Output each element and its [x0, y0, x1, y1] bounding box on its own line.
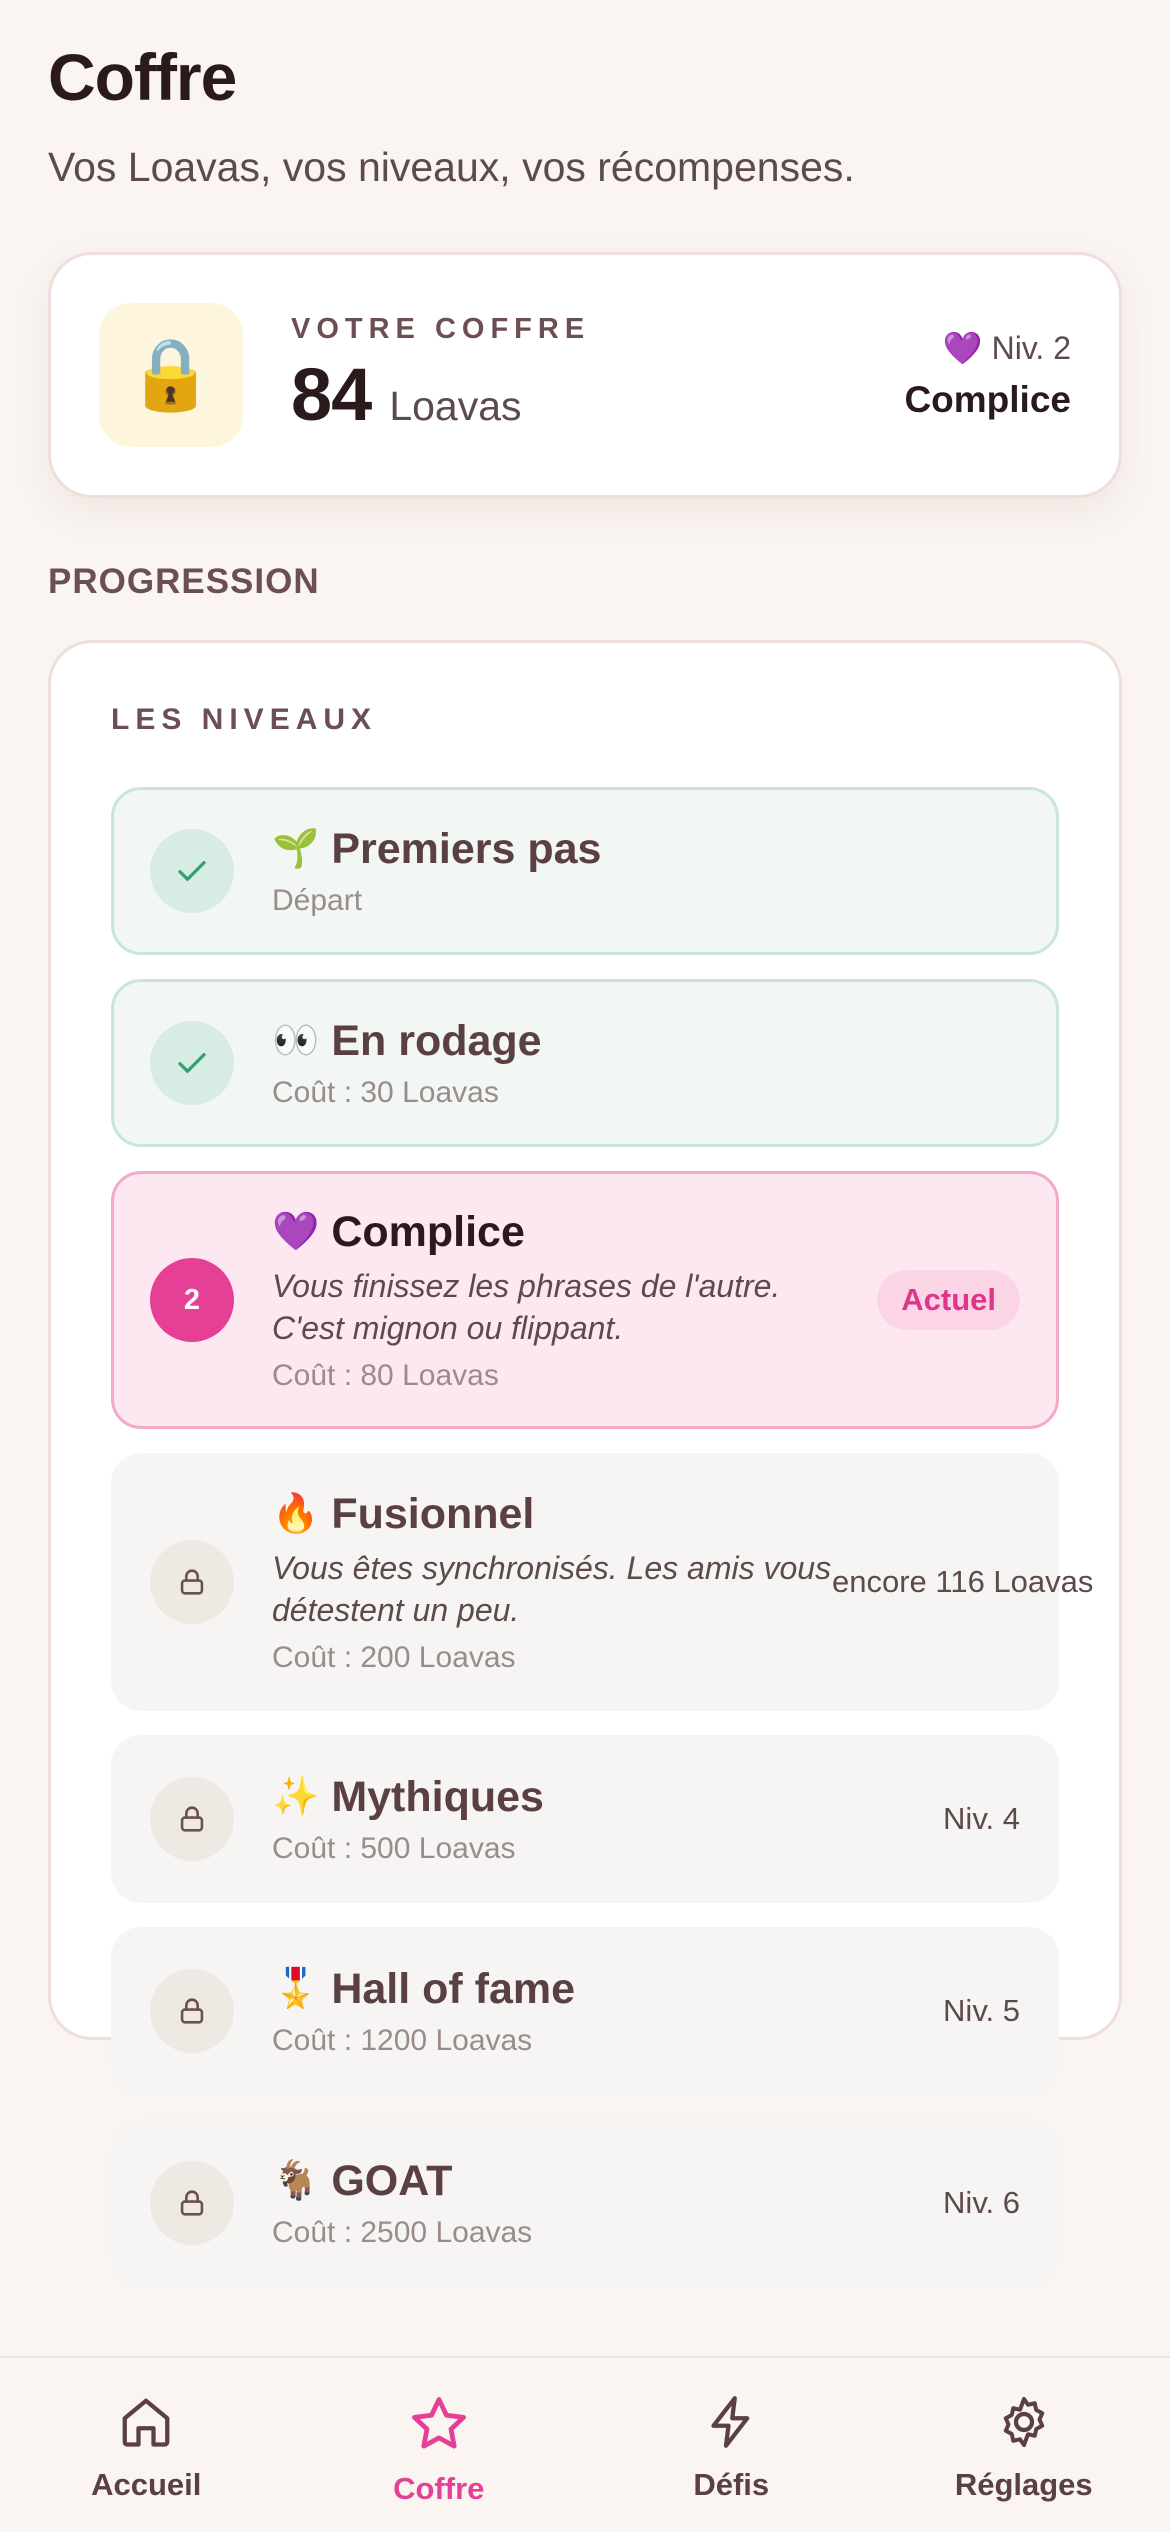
- star-icon: [407, 2392, 471, 2461]
- level-cost: Coût : 2500 Loavas: [272, 2215, 533, 2249]
- level-cost: Coût : 1200 Loavas: [272, 2023, 533, 2057]
- vault-unit: Loavas: [389, 383, 522, 429]
- tab-reglages[interactable]: Réglages: [878, 2358, 1170, 2532]
- level-item-en-rodage[interactable]: 👀 En rodage Coût : 30 Loavas: [111, 979, 1059, 1147]
- seedling-icon: 🌱: [272, 828, 320, 870]
- page-title: Coffre: [48, 40, 237, 114]
- eyes-icon: 👀: [272, 1020, 320, 1062]
- level-cost: Coût : 80 Loavas: [272, 1358, 499, 1392]
- remaining-loavas: encore 116 Loavas: [832, 1564, 1094, 1599]
- check-icon: [150, 1021, 234, 1105]
- vault-card: 🔒 VOTRE COFFRE 84 Loavas 💜 Niv. 2 Compli…: [48, 252, 1122, 498]
- tab-label: Réglages: [954, 2467, 1093, 2502]
- level-item-fusionnel[interactable]: 🔥 Fusionnel Vous êtes synchronisés. Les …: [111, 1453, 1093, 1711]
- fire-icon: 🔥: [272, 1493, 320, 1535]
- goat-icon: 🐐: [272, 2160, 320, 2202]
- level-name: GOAT: [331, 2156, 453, 2205]
- check-icon: [150, 829, 234, 913]
- vault-label: VOTRE COFFRE: [291, 313, 591, 345]
- level-description: Vous êtes synchronisés. Les amis vous dé…: [272, 1549, 832, 1628]
- levels-card: LES NIVEAUX 🌱 Premiers pas Départ 👀 En r…: [48, 640, 1122, 2287]
- current-badge: Actuel: [877, 1270, 1020, 1330]
- lock-icon: [150, 1540, 234, 1624]
- vault-level-number: 💜 Niv. 2: [942, 330, 1071, 366]
- tab-label: Accueil: [91, 2467, 202, 2502]
- level-name: En rodage: [331, 1016, 542, 1065]
- level-cost: Coût : 500 Loavas: [272, 1831, 516, 1865]
- level-item-hall-of-fame[interactable]: 🎖️ Hall of fame Coût : 1200 Loavas Niv. …: [111, 1927, 1059, 2095]
- level-number: Niv. 6: [943, 2185, 1020, 2220]
- lightning-icon: [701, 2392, 761, 2457]
- tab-label: Défis: [693, 2467, 770, 2502]
- tab-accueil[interactable]: Accueil: [0, 2358, 293, 2532]
- level-number-badge: 2: [150, 1258, 234, 1342]
- level-item-goat[interactable]: 🐐 GOAT Coût : 2500 Loavas Niv. 6: [111, 2119, 1059, 2287]
- bottom-tab-bar: Accueil Coffre Défis Réglages: [0, 2356, 1170, 2532]
- level-name: Mythiques: [331, 1772, 544, 1821]
- level-cost: Coût : 30 Loavas: [272, 1075, 499, 1109]
- lock-icon: [150, 2161, 234, 2245]
- tab-defis[interactable]: Défis: [585, 2358, 878, 2532]
- level-number: Niv. 5: [943, 1993, 1020, 2028]
- page-subtitle: Vos Loavas, vos niveaux, vos récompenses…: [48, 144, 855, 190]
- level-number: Niv. 4: [943, 1801, 1020, 1836]
- level-item-complice[interactable]: 2 💜 Complice Vous finissez les phrases d…: [111, 1171, 1059, 1429]
- level-name: Premiers pas: [331, 824, 602, 873]
- levels-label: LES NIVEAUX: [111, 703, 378, 736]
- section-title-progression: PROGRESSION: [48, 562, 320, 601]
- purple-heart-icon: 💜: [272, 1211, 320, 1253]
- vault-amount: 84: [291, 353, 372, 436]
- lock-icon: [150, 1969, 234, 2053]
- lock-icon: [150, 1777, 234, 1861]
- level-item-mythiques[interactable]: ✨ Mythiques Coût : 500 Loavas Niv. 4: [111, 1735, 1059, 1903]
- level-item-premiers-pas[interactable]: 🌱 Premiers pas Départ: [111, 787, 1059, 955]
- gear-icon: [994, 2392, 1054, 2457]
- lock-icon: 🔒: [99, 303, 243, 447]
- sparkles-icon: ✨: [272, 1776, 320, 1818]
- level-name: Hall of fame: [331, 1964, 576, 2013]
- medal-icon: 🎖️: [272, 1968, 320, 2010]
- level-name: Fusionnel: [331, 1489, 535, 1538]
- level-name: Complice: [331, 1207, 525, 1256]
- tab-coffre[interactable]: Coffre: [293, 2358, 586, 2532]
- home-icon: [116, 2392, 176, 2457]
- vault-level-name: Complice: [904, 379, 1071, 420]
- level-description: Vous finissez les phrases de l'autre. C'…: [272, 1267, 781, 1346]
- level-cost: Coût : 200 Loavas: [272, 1640, 516, 1674]
- level-cost: Départ: [272, 883, 363, 917]
- tab-label: Coffre: [393, 2471, 485, 2506]
